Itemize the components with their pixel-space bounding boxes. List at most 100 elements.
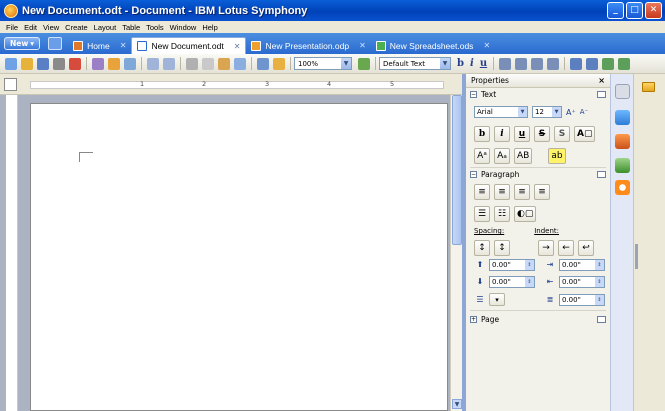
hanging-indent-icon[interactable]: ↩ bbox=[578, 240, 594, 256]
page-icon[interactable] bbox=[124, 57, 136, 70]
menu-create[interactable]: Create bbox=[62, 23, 91, 32]
above-spacing-field[interactable]: 0.00" ⇕ bbox=[489, 259, 535, 271]
spin-icon[interactable]: ⇕ bbox=[525, 277, 534, 287]
tab-new-document[interactable]: New Document.odt ✕ bbox=[131, 37, 247, 54]
minimize-section-icon[interactable] bbox=[597, 171, 606, 178]
underline-icon[interactable]: u bbox=[514, 126, 530, 142]
paste-icon[interactable] bbox=[218, 57, 230, 70]
bold-icon[interactable]: b bbox=[474, 126, 490, 142]
font-color-icon[interactable]: A▢ bbox=[574, 126, 596, 142]
gallery-icon[interactable] bbox=[615, 134, 630, 149]
shadow-icon[interactable]: S bbox=[554, 126, 570, 142]
new-button[interactable]: New ▾ bbox=[4, 37, 41, 50]
close-tab-icon[interactable]: ✕ bbox=[120, 41, 127, 50]
after-text-indent-field[interactable]: 0.00" ⇕ bbox=[559, 276, 605, 288]
text-section-header[interactable]: − Text bbox=[470, 88, 606, 101]
superscript-icon[interactable]: Aᵃ bbox=[474, 148, 490, 164]
justify-icon[interactable]: ≡ bbox=[534, 184, 550, 200]
increase-spacing-icon[interactable]: ↕ bbox=[474, 240, 490, 256]
underline-button[interactable]: u bbox=[480, 58, 487, 69]
style-icon[interactable] bbox=[92, 57, 104, 70]
new-doc-icon[interactable] bbox=[5, 57, 17, 70]
open-folder-icon[interactable] bbox=[21, 57, 33, 70]
folder-icon[interactable] bbox=[642, 82, 655, 92]
save-icon[interactable] bbox=[37, 57, 49, 70]
expand-icon[interactable]: + bbox=[470, 316, 477, 323]
menu-edit[interactable]: Edit bbox=[21, 23, 40, 32]
scroll-down-button[interactable]: ▼ bbox=[452, 399, 462, 409]
align-center-icon[interactable]: ≡ bbox=[494, 184, 510, 200]
minimize-section-icon[interactable] bbox=[597, 316, 606, 323]
highlight-icon[interactable]: ab bbox=[548, 148, 566, 164]
menu-file[interactable]: File bbox=[3, 23, 21, 32]
page-section-header[interactable]: + Page bbox=[470, 311, 606, 328]
bullets-icon[interactable]: ☰ bbox=[474, 206, 490, 222]
character-spacing-icon[interactable]: AB bbox=[514, 148, 533, 164]
line-spacing-dropdown[interactable]: ▾ bbox=[489, 293, 505, 306]
image-icon[interactable] bbox=[273, 57, 285, 70]
tab-new-presentation[interactable]: New Presentation.odp ✕ bbox=[246, 37, 370, 54]
tab-home[interactable]: Home ✕ bbox=[68, 37, 131, 54]
minimize-section-icon[interactable] bbox=[597, 91, 606, 98]
show-desktop-icon[interactable] bbox=[48, 37, 63, 50]
close-tab-icon[interactable]: ✕ bbox=[483, 41, 490, 50]
properties-toggle-icon[interactable] bbox=[615, 84, 630, 99]
cut-icon[interactable] bbox=[186, 57, 198, 70]
decrease-spacing-icon[interactable]: ↕ bbox=[494, 240, 510, 256]
subscript-icon[interactable]: Aₐ bbox=[494, 148, 510, 164]
resize-grip[interactable] bbox=[635, 244, 638, 269]
menu-table[interactable]: Table bbox=[119, 23, 143, 32]
document-page[interactable] bbox=[30, 103, 448, 411]
copy-icon[interactable] bbox=[202, 57, 214, 70]
font-size-select[interactable]: 12 ▼ bbox=[532, 106, 562, 118]
clip-art-icon[interactable] bbox=[615, 180, 630, 195]
numbering-icon[interactable] bbox=[586, 57, 599, 70]
grow-font-icon[interactable]: A⁺ bbox=[566, 108, 576, 117]
zoom-select[interactable]: 100% ▼ bbox=[294, 57, 352, 70]
maximize-button[interactable]: □ bbox=[626, 2, 643, 19]
ruler-scale[interactable] bbox=[30, 81, 444, 89]
vertical-ruler[interactable] bbox=[6, 95, 18, 411]
collapse-icon[interactable]: − bbox=[470, 171, 477, 178]
spellcheck-icon[interactable] bbox=[358, 57, 370, 70]
table-icon[interactable] bbox=[257, 57, 269, 70]
justify-icon[interactable] bbox=[547, 57, 560, 70]
menu-tools[interactable]: Tools bbox=[143, 23, 167, 32]
italic-icon[interactable]: i bbox=[494, 126, 510, 142]
format-paint-icon[interactable] bbox=[234, 57, 246, 70]
decrease-indent-icon[interactable] bbox=[602, 57, 615, 70]
undo-icon[interactable] bbox=[147, 57, 159, 70]
background-color-icon[interactable]: ◐▢ bbox=[514, 206, 537, 222]
scrollbar-thumb[interactable] bbox=[452, 95, 462, 245]
redo-icon[interactable] bbox=[163, 57, 175, 70]
vertical-scrollbar[interactable]: ▼ bbox=[450, 95, 462, 411]
before-text-indent-field[interactable]: 0.00" ⇕ bbox=[559, 259, 605, 271]
navigator-icon[interactable] bbox=[108, 57, 120, 70]
spin-icon[interactable]: ⇕ bbox=[595, 277, 604, 287]
collapse-icon[interactable]: − bbox=[470, 91, 477, 98]
menu-view[interactable]: View bbox=[40, 23, 62, 32]
menu-window[interactable]: Window bbox=[167, 23, 200, 32]
symphony-logo-icon[interactable] bbox=[4, 3, 18, 18]
first-line-indent-field[interactable]: 0.00" ⇕ bbox=[559, 293, 605, 306]
align-center-icon[interactable] bbox=[515, 57, 528, 70]
spin-icon[interactable]: ⇕ bbox=[595, 294, 604, 305]
increase-indent-icon[interactable]: → bbox=[538, 240, 554, 256]
print-icon[interactable] bbox=[53, 57, 65, 70]
tab-new-spreadsheet[interactable]: New Spreadsheet.ods ✕ bbox=[371, 37, 495, 54]
menu-help[interactable]: Help bbox=[199, 23, 220, 32]
tab-stop-selector[interactable] bbox=[4, 78, 17, 91]
bullets-icon[interactable] bbox=[570, 57, 583, 70]
font-name-select[interactable]: Arial ▼ bbox=[474, 106, 528, 118]
paragraph-section-header[interactable]: − Paragraph bbox=[470, 168, 606, 181]
close-tab-icon[interactable]: ✕ bbox=[234, 42, 241, 51]
below-spacing-field[interactable]: 0.00" ⇕ bbox=[489, 276, 535, 288]
strikethrough-icon[interactable]: S bbox=[534, 126, 550, 142]
decrease-indent-icon[interactable]: ← bbox=[558, 240, 574, 256]
navigator-icon[interactable] bbox=[615, 110, 630, 125]
align-right-icon[interactable]: ≡ bbox=[514, 184, 530, 200]
bold-button[interactable]: b bbox=[457, 58, 464, 69]
spin-icon[interactable]: ⇕ bbox=[595, 260, 604, 270]
align-left-icon[interactable]: ≡ bbox=[474, 184, 490, 200]
close-tab-icon[interactable]: ✕ bbox=[359, 41, 366, 50]
